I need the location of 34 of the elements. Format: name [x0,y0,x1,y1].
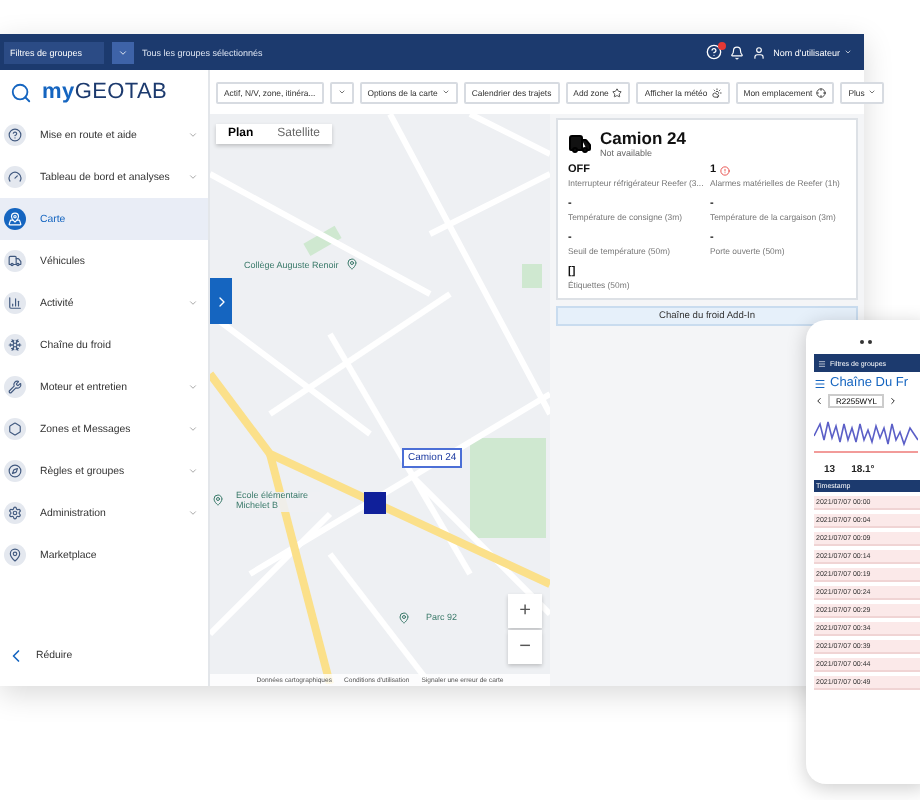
menu-icon[interactable] [818,359,826,367]
next-icon[interactable] [888,396,899,406]
crosshair-icon [816,87,827,97]
nav-icon [4,250,26,272]
logo: myGEOTAB [42,80,168,104]
nav-icon [4,292,26,314]
user-icon[interactable] [751,45,766,59]
nav-icon [4,166,26,188]
caret-icon [118,47,128,57]
help-icon[interactable] [705,44,722,60]
nav-icon [4,376,26,398]
vehicle-marker[interactable] [364,492,386,514]
star-icon [612,87,623,97]
truck-icon [568,131,592,155]
nav-icon [4,418,26,440]
nav-icon [4,502,26,524]
nav-icon [4,124,26,146]
group-dropdown-button[interactable] [112,41,134,63]
zoom-in-button[interactable]: + [508,594,542,628]
nav-icon [4,460,26,482]
weather-icon [711,87,722,97]
nav-icon [4,544,26,566]
vehicle-title: Camion 24 [600,128,686,148]
map-pin-icon [346,258,358,270]
map-pin-icon [212,494,224,506]
nav-icon [4,334,26,356]
menu-icon[interactable] [814,377,826,389]
nav-icon [4,208,26,230]
search-icon[interactable] [10,81,32,103]
zoom-out-button[interactable]: − [508,630,542,664]
map-pin-icon [398,612,410,624]
alarm-icon [720,165,731,175]
bell-icon[interactable] [729,45,744,59]
previous-icon[interactable] [814,396,824,406]
